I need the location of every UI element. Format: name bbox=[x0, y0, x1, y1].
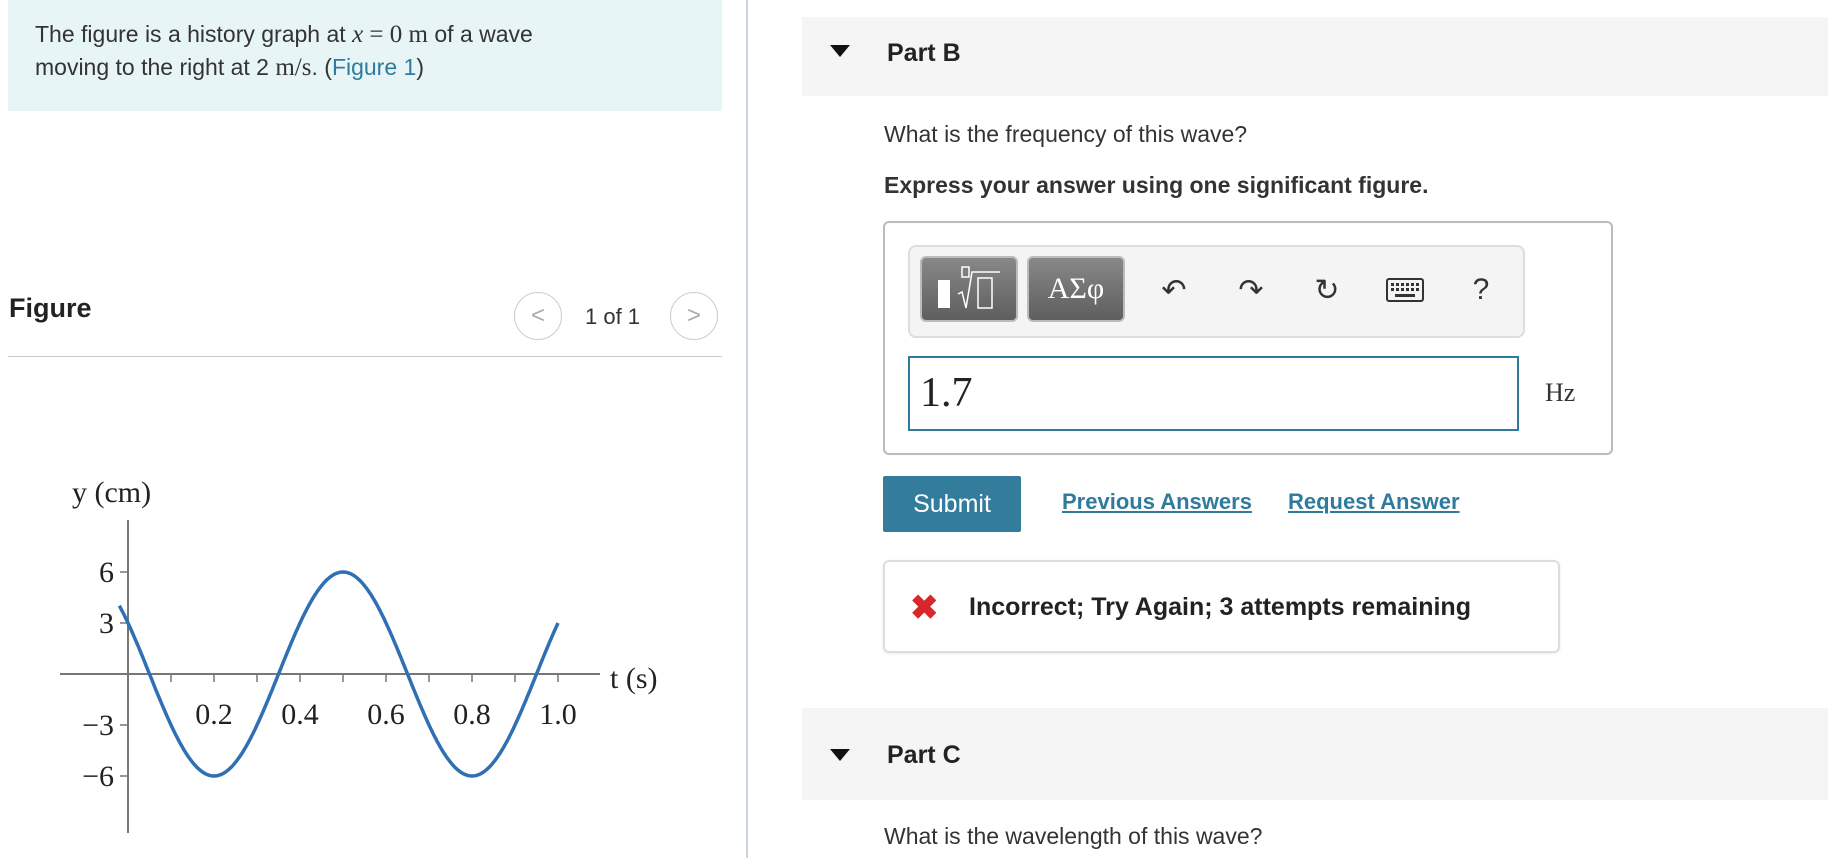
panel-separator bbox=[746, 0, 748, 858]
x-tick-label: 0.4 bbox=[281, 698, 319, 731]
divider bbox=[8, 356, 722, 357]
request-answer-link[interactable]: Request Answer bbox=[1288, 489, 1460, 515]
history-graph: 0.2 0.4 0.6 0.8 1.0 6 3 −3 −6 y (cm) t (s) bbox=[60, 476, 658, 833]
reset-button[interactable]: ↻ bbox=[1305, 268, 1349, 312]
x-axis-label: t (s) bbox=[610, 662, 658, 695]
figure-title: Figure bbox=[9, 293, 92, 323]
previous-answers-link[interactable]: Previous Answers bbox=[1062, 489, 1252, 515]
x-tick-label: 1.0 bbox=[539, 698, 577, 731]
submit-button[interactable]: Submit bbox=[883, 476, 1021, 532]
y-tick-label: 6 bbox=[99, 556, 114, 589]
y-tick-label: −6 bbox=[82, 760, 114, 793]
template-sqrt-icon bbox=[938, 266, 1000, 309]
intro-text: The figure is a history graph at x = 0 m… bbox=[35, 21, 533, 81]
collapse-triangle-icon bbox=[830, 45, 850, 57]
part-b-instruction: Express your answer using one significan… bbox=[884, 172, 1429, 198]
chevron-left-icon: < bbox=[530, 302, 545, 329]
unit-label: Hz bbox=[1545, 378, 1576, 407]
part-b-label: Part B bbox=[887, 39, 961, 67]
part-b-question: What is the frequency of this wave? bbox=[884, 121, 1248, 147]
problem-intro: The figure is a history graph at x = 0 m… bbox=[8, 0, 722, 111]
redo-icon: ↷ bbox=[1238, 273, 1264, 307]
incorrect-x-icon: ✖ bbox=[910, 589, 939, 627]
x-tick-label: 0.8 bbox=[453, 698, 491, 731]
undo-icon: ↶ bbox=[1161, 273, 1187, 307]
redo-button[interactable]: ↷ bbox=[1229, 268, 1273, 312]
next-figure-button[interactable]: > bbox=[670, 292, 718, 340]
reset-icon: ↻ bbox=[1314, 273, 1340, 307]
y-tick-label: −3 bbox=[82, 709, 114, 742]
part-c-header[interactable]: Part C bbox=[802, 708, 1828, 800]
template-button[interactable] bbox=[920, 256, 1018, 322]
keyboard-button[interactable] bbox=[1383, 268, 1427, 312]
x-tick-label: 0.2 bbox=[195, 698, 233, 731]
figure-link[interactable]: Figure 1 bbox=[332, 54, 416, 80]
part-c-question: What is the wavelength of this wave? bbox=[884, 823, 1263, 849]
answer-input[interactable]: 1.7 bbox=[908, 356, 1519, 431]
collapse-triangle-icon bbox=[830, 749, 850, 761]
figure-pager: 1 of 1 bbox=[585, 304, 641, 329]
part-b-header[interactable]: Part B bbox=[802, 17, 1828, 96]
y-tick-label: 3 bbox=[99, 607, 114, 640]
prev-figure-button[interactable]: < bbox=[514, 292, 562, 340]
chevron-right-icon: > bbox=[686, 302, 701, 329]
y-axis-label: y (cm) bbox=[72, 476, 151, 509]
undo-button[interactable]: ↶ bbox=[1152, 268, 1196, 312]
keyboard-icon bbox=[1386, 278, 1424, 302]
x-tick-label: 0.6 bbox=[367, 698, 405, 731]
part-c-label: Part C bbox=[887, 741, 961, 769]
help-button[interactable]: ? bbox=[1459, 268, 1503, 312]
greek-symbols-button[interactable]: ΑΣφ bbox=[1027, 256, 1125, 322]
feedback-message: Incorrect; Try Again; 3 attempts remaini… bbox=[969, 593, 1471, 621]
